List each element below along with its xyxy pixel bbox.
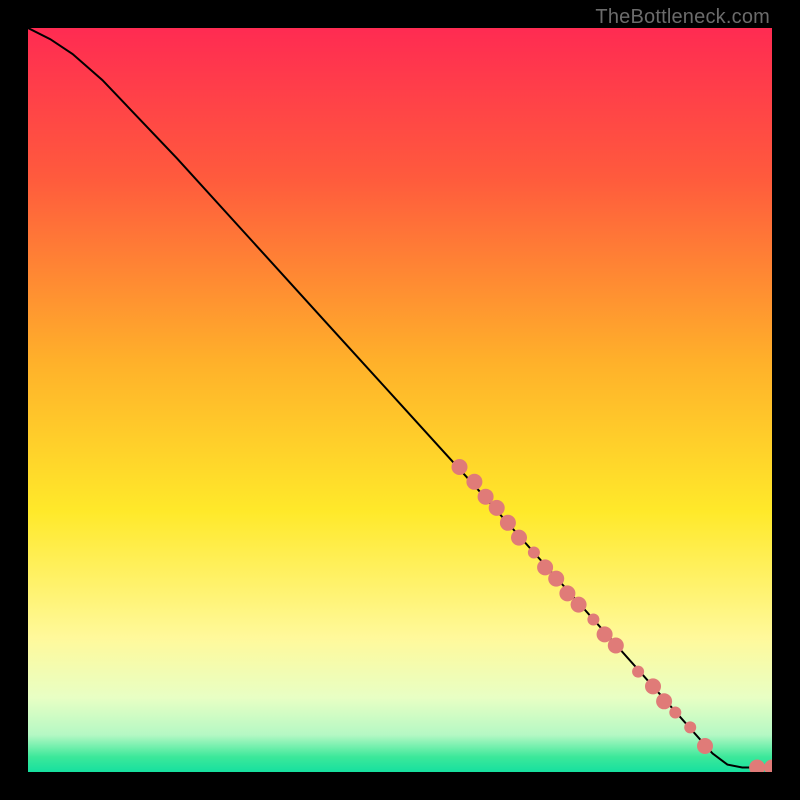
data-point	[645, 678, 661, 694]
data-point	[587, 614, 599, 626]
chart-frame	[28, 28, 772, 772]
data-point	[511, 530, 527, 546]
data-point	[632, 666, 644, 678]
data-point	[466, 474, 482, 490]
data-point	[571, 597, 587, 613]
data-point	[528, 547, 540, 559]
bottleneck-chart	[28, 28, 772, 772]
data-point	[656, 693, 672, 709]
data-point	[548, 571, 564, 587]
data-point	[500, 515, 516, 531]
data-point	[452, 459, 468, 475]
watermark-text: TheBottleneck.com	[595, 6, 770, 29]
gradient-bg	[28, 28, 772, 772]
data-point	[489, 500, 505, 516]
data-point	[608, 638, 624, 654]
data-point	[684, 721, 696, 733]
data-point	[697, 738, 713, 754]
data-point	[669, 707, 681, 719]
